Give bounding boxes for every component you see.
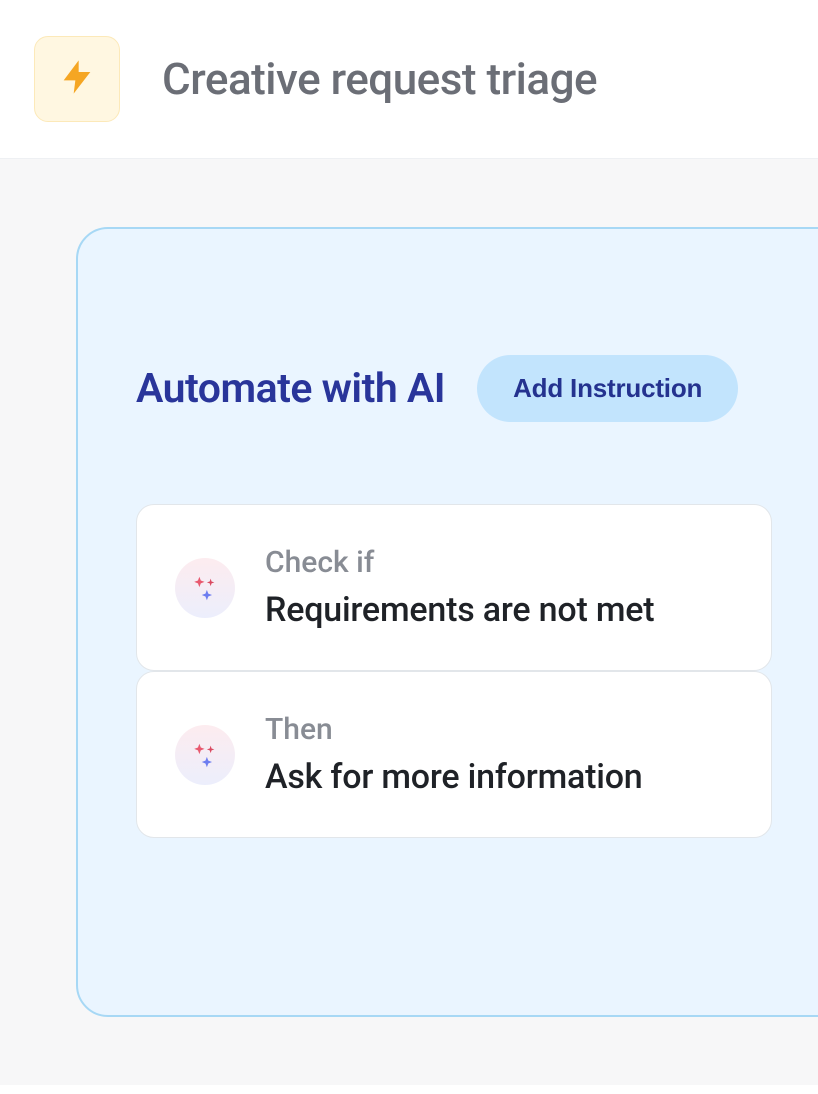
step-value: Requirements are not met: [265, 590, 654, 630]
panel-header: Automate with AI Add Instruction: [136, 355, 818, 422]
steps-container: Check if Requirements are not met Then A…: [136, 504, 818, 838]
automation-panel: Automate with AI Add Instruction Check i…: [76, 227, 818, 1017]
sparkle-icon: [175, 558, 235, 618]
panel-title: Automate with AI: [136, 365, 445, 413]
step-value: Ask for more information: [265, 757, 643, 797]
step-text: Check if Requirements are not met: [265, 545, 654, 630]
step-card-check[interactable]: Check if Requirements are not met: [136, 504, 772, 671]
step-card-then[interactable]: Then Ask for more information: [136, 671, 772, 838]
step-label: Check if: [265, 545, 654, 580]
step-label: Then: [265, 712, 643, 747]
bolt-icon: [57, 57, 97, 101]
sparkle-icon: [175, 725, 235, 785]
step-text: Then Ask for more information: [265, 712, 643, 797]
canvas-area: Automate with AI Add Instruction Check i…: [0, 159, 818, 1085]
page-title: Creative request triage: [162, 53, 597, 105]
add-instruction-button[interactable]: Add Instruction: [477, 355, 738, 422]
header: Creative request triage: [0, 0, 818, 159]
rule-icon-tile: [34, 36, 120, 122]
